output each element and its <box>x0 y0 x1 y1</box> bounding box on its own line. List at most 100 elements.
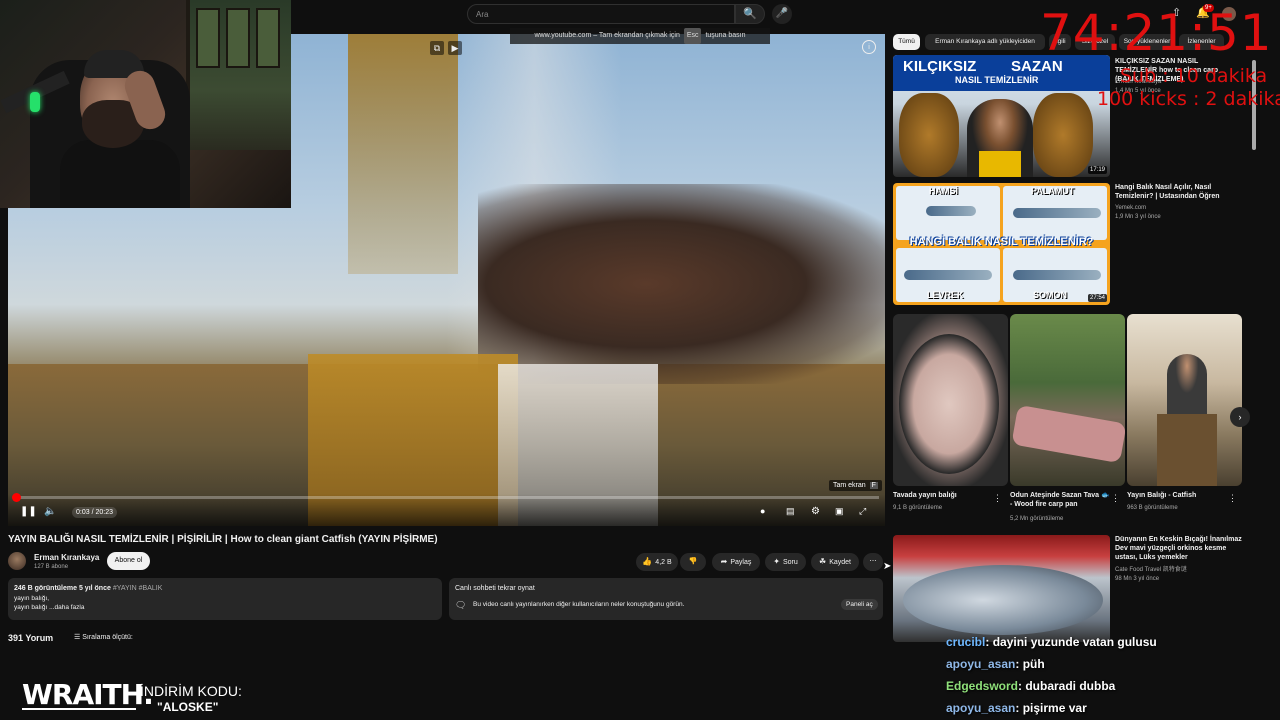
streamer-webcam <box>0 0 291 208</box>
more-icon: ⋯ <box>869 558 877 565</box>
miniplayer-icon[interactable]: ▣ <box>835 506 844 517</box>
voice-search-button[interactable]: 🎤 <box>772 4 792 24</box>
sponsor-logo: WRAITH. <box>22 678 154 711</box>
description-text: yayın balığı, <box>14 595 50 602</box>
more-icon[interactable]: ⋮ <box>1228 493 1237 504</box>
short-views: 9,1 B görüntüleme <box>893 505 943 511</box>
miniplayer-icon[interactable]: ⧉ <box>430 41 444 55</box>
search-icon: 🔍 <box>743 8 757 20</box>
pause-icon[interactable]: ❚❚ <box>20 506 37 517</box>
thumbnail-fish <box>903 565 1103 635</box>
fullscreen-key: F <box>869 482 878 489</box>
thumbnail-fish <box>1011 404 1125 464</box>
thumbnail-text: HAMSİ <box>929 186 958 196</box>
like-button[interactable]: 👍 4,2 B <box>636 553 678 571</box>
thumbnail-fish <box>1013 208 1101 218</box>
thumbnail-fish <box>1013 270 1101 280</box>
skip-icon[interactable]: ▶ <box>448 41 462 55</box>
short-title[interactable]: Yayın Balığı - Catfish <box>1127 491 1227 500</box>
chat-username: crucibl <box>946 635 986 649</box>
fullscreen-exit-tooltip: www.youtube.com – Tam ekrandan çıkmak iç… <box>510 28 770 44</box>
thumbnail-person <box>1167 354 1207 414</box>
search-input[interactable]: Ara <box>467 4 735 24</box>
channel-name[interactable]: Cate Food Travel 凯特食谜 <box>1115 566 1187 574</box>
thumbnail-fish <box>1033 93 1093 177</box>
volume-icon[interactable]: 🔈 <box>44 506 56 517</box>
video-frame-tree <box>478 184 885 384</box>
video-thumbnail[interactable]: HAMSİ PALAMUT LEVREK SOMON HANGİ BALIK N… <box>893 183 1110 305</box>
video-duration: 17:19 <box>1087 166 1107 174</box>
progress-scrubber[interactable] <box>12 493 21 502</box>
save-button[interactable]: ☘ Kaydet <box>811 553 859 571</box>
chat-text: : dayini yuzunde vatan gulusu <box>985 635 1157 649</box>
promo-code: "ALOSKE" <box>157 700 219 714</box>
description-text: yayın balığı ...daha fazla <box>14 604 84 611</box>
thumbnail-text: HANGİ BALIK NASIL TEMİZLENİR? <box>909 236 1094 248</box>
chat-text: : püh <box>1015 657 1045 671</box>
sort-icon: ☰ <box>74 634 81 641</box>
chip-all[interactable]: Tümü <box>893 34 920 50</box>
thumbnail-pan <box>899 334 999 474</box>
thumbnail-text: KILÇIKSIZ <box>903 58 977 75</box>
video-duration: 27:54 <box>1087 294 1107 302</box>
short-thumbnail[interactable] <box>1010 314 1125 486</box>
chat-text: : pişirme var <box>1015 701 1087 715</box>
progress-bar[interactable] <box>12 493 879 502</box>
chat-username: apoyu_asan <box>946 701 1016 715</box>
more-icon[interactable]: ⋮ <box>993 493 1002 504</box>
thumbnail-fish <box>904 270 992 280</box>
window-pane <box>196 8 220 68</box>
video-title: YAYIN BALIĞI NASIL TEMİZLENİR | PİŞİRİLİ… <box>8 534 438 545</box>
video-title[interactable]: Hangi Balık Nasıl Açılır, Nasıl Temizlen… <box>1115 183 1240 201</box>
chip-uploader[interactable]: Erman Kırankaya adlı yükleyiciden <box>925 34 1045 50</box>
channel-name[interactable]: Erman Kırankaya <box>34 553 99 562</box>
chat-text: : dubaradi dubba <box>1018 679 1116 693</box>
comments-count: 391 Yorum <box>8 633 54 643</box>
channel-name[interactable]: Yemek.com <box>1115 204 1146 212</box>
share-button[interactable]: ➦ Paylaş <box>712 553 760 571</box>
hashtags[interactable]: #YAYIN #BALIK <box>113 585 163 592</box>
search-button[interactable]: 🔍 <box>735 4 765 24</box>
short-title[interactable]: Odun Ateşinde Sazan Tava 🐟 - Wood fire c… <box>1010 491 1110 509</box>
gear-icon[interactable]: ⚙ <box>811 506 820 517</box>
more-icon[interactable]: ⋮ <box>1111 493 1120 504</box>
chevron-right-icon: › <box>1238 412 1242 422</box>
channel-avatar[interactable] <box>8 552 26 570</box>
info-icon[interactable]: i <box>862 40 876 54</box>
ask-button[interactable]: ✦ Soru <box>765 553 806 571</box>
tooltip-key: Esc <box>683 28 702 44</box>
autoplay-icon[interactable]: ● <box>760 506 765 516</box>
webcam-mic-light <box>30 92 40 112</box>
sort-label: Sıralama ölçütü: <box>82 634 133 641</box>
timer-rule: 100 kicks : 2 dakika <box>1097 88 1280 110</box>
description-box[interactable]: 246 B görüntüleme 5 yıl önce #YAYIN #BAL… <box>8 578 442 620</box>
promo-label: İNDİRİM KODU: <box>140 683 242 699</box>
description-text: yayın balığı <box>14 604 48 611</box>
video-title[interactable]: Dünyanın En Keskin Bıçağı! İnanılmaz Dev… <box>1115 535 1243 562</box>
description-meta: 246 B görüntüleme 5 yıl önce #YAYIN #BAL… <box>14 585 162 592</box>
dislike-button[interactable]: 👎 <box>680 553 706 571</box>
tooltip-text: tuşuna basın <box>705 32 746 39</box>
subscribe-button[interactable]: Abone ol <box>107 552 150 570</box>
shorts-next-button[interactable]: › <box>1230 407 1250 427</box>
short-thumbnail[interactable] <box>1127 314 1242 486</box>
short-thumbnail[interactable] <box>893 314 1008 486</box>
more-actions-button[interactable]: ⋯ <box>863 553 883 571</box>
show-more-link[interactable]: ...daha fazla <box>49 604 84 611</box>
video-meta: 1,9 Mn 3 yıl önce <box>1115 214 1161 220</box>
share-label: Paylaş <box>730 559 752 566</box>
video-thumbnail[interactable] <box>893 535 1110 642</box>
short-views: 963 B görüntüleme <box>1127 505 1178 511</box>
stream-chat: crucibl: dayini yuzunde vatan gulusu apo… <box>940 630 1280 720</box>
short-title[interactable]: Tavada yayın balığı <box>893 491 988 500</box>
fullscreen-icon[interactable]: ⤢ <box>859 506 866 517</box>
subtitles-icon[interactable]: ▤ <box>786 506 795 517</box>
subathon-timer: 74:21:51 <box>1040 4 1273 62</box>
open-panel-button[interactable]: Paneli aç <box>841 599 878 610</box>
chat-icon: 🗨 <box>455 600 467 610</box>
fullscreen-tooltip: Tam ekran F <box>829 480 882 491</box>
chat-message: Edgedsword: dubaradi dubba <box>946 679 1115 693</box>
sort-button[interactable]: ☰ Sıralama ölçütü: <box>74 633 133 641</box>
timer-rule: Sub : 10 dakika <box>1120 65 1268 87</box>
video-thumbnail[interactable]: KILÇIKSIZ SAZAN NASIL TEMİZLENİR 17:19 <box>893 55 1110 177</box>
